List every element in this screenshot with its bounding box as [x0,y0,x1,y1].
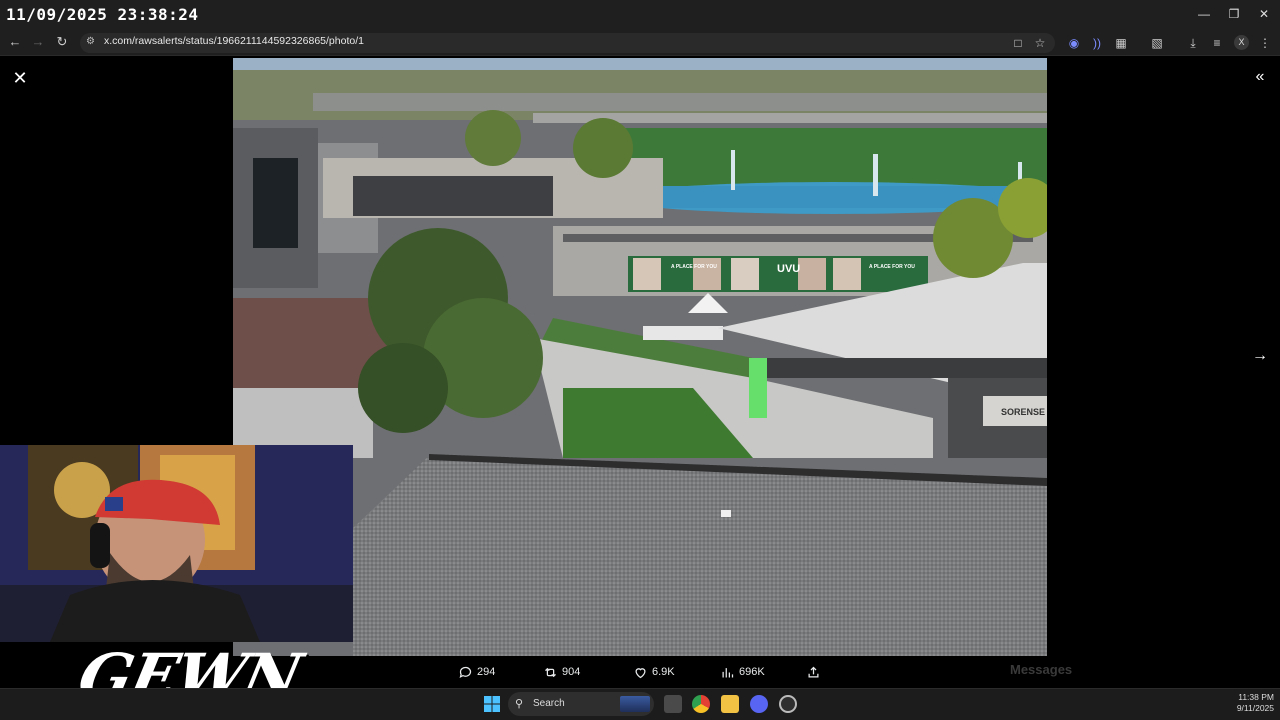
clock-date: 9/11/2025 [1236,703,1274,713]
site-info-icon[interactable]: ⚙ [86,36,98,48]
like-count: 6.9K [652,666,675,678]
post-action-bar: 294 904 6.9K 696K [458,662,838,682]
search-highlight-icon [620,696,650,712]
taskbar-search-label: Search [533,698,565,709]
windows-start-icon[interactable] [484,696,500,712]
photo-banner-right: A PLACE FOR YOU [869,264,915,270]
clock-time: 11:38 PM [1238,692,1274,702]
forward-icon[interactable]: → [29,33,47,51]
file-explorer-icon[interactable] [721,695,739,713]
install-app-icon[interactable]: □ [1010,35,1026,51]
repost-button[interactable]: 904 [543,662,580,682]
share-icon [808,666,819,677]
next-photo-icon[interactable]: → [1250,347,1270,365]
tab-search-icon[interactable]: ▧ [1149,35,1165,51]
photo-sign-building: SORENSE [1001,407,1045,417]
close-window-icon[interactable]: ✕ [1254,6,1274,22]
minimize-icon[interactable]: — [1194,6,1214,22]
back-icon[interactable]: ← [6,33,24,51]
streamer-webcam [0,445,353,642]
photo-sign-uvu: UVU [777,263,800,275]
reply-button[interactable]: 294 [458,662,495,682]
share-button[interactable] [806,662,821,682]
collapse-panel-icon[interactable]: « [1250,68,1270,86]
restore-icon[interactable]: ❐ [1224,6,1244,22]
photo-banner-left: A PLACE FOR YOU [671,264,717,270]
reply-icon [459,666,472,678]
extension-shield-icon[interactable]: ◉ [1066,35,1082,51]
taskbar-clock[interactable]: 11:38 PM 9/11/2025 [1222,692,1274,714]
repost-count: 904 [562,666,581,678]
extensions-puzzle-icon[interactable]: ▦ [1113,35,1129,51]
views-chart-icon [722,667,734,677]
heart-icon [635,667,646,678]
views-button[interactable]: 696K [720,662,765,682]
reading-list-icon[interactable]: ≡ [1209,35,1225,51]
discord-taskbar-icon[interactable] [750,695,768,713]
reload-icon[interactable]: ↻ [53,33,71,51]
profile-avatar[interactable]: X [1234,35,1249,50]
webcam-feed-image [0,445,353,642]
post-photo[interactable]: UVU A PLACE FOR YOU A PLACE FOR YOU SORE… [233,58,1047,656]
bookmark-star-icon[interactable]: ☆ [1032,35,1048,51]
reply-count: 294 [477,666,496,678]
messages-drawer-label[interactable]: Messages [1010,662,1072,677]
url-text: x.com/rawsalerts/status/1966211144592326… [104,35,364,47]
task-view-icon[interactable] [664,695,682,713]
stream-timestamp-overlay: 11/09/2025 23:38:24 [6,5,199,24]
view-count: 696K [739,666,765,678]
chrome-taskbar-icon[interactable] [692,695,710,713]
like-button[interactable]: 6.9K [633,662,675,682]
download-icon[interactable]: ⤓ [1185,35,1201,51]
audio-extension-icon[interactable]: )) [1089,35,1105,51]
repost-icon [545,667,556,677]
search-icon: ⚲ [515,698,524,710]
app-taskbar-icon[interactable] [779,695,797,713]
campus-photo-image: UVU A PLACE FOR YOU A PLACE FOR YOU SORE… [233,58,1047,656]
menu-kebab-icon[interactable]: ⋮ [1257,35,1273,51]
close-viewer-icon[interactable]: ✕ [10,68,30,89]
